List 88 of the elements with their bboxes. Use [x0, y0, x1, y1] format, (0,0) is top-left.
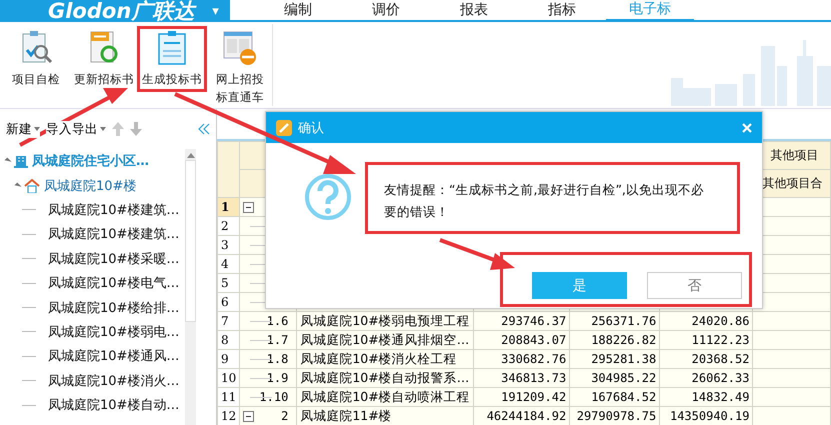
app-logo: Glodon广联达	[48, 0, 194, 25]
highlight-frame	[137, 26, 207, 92]
menu-tab[interactable]: 报表	[430, 0, 518, 20]
menu-tab[interactable]: 编制	[254, 0, 342, 20]
tree-item[interactable]: 凤城庭院10#楼通风…	[48, 347, 180, 366]
tree-item[interactable]: 凤城庭院10#楼建筑…	[48, 200, 180, 219]
item-code: 1.9	[266, 371, 288, 385]
up-arrow-icon[interactable]	[112, 122, 124, 136]
scrollbar[interactable]	[185, 149, 196, 425]
table-cell: 304985.22	[570, 368, 660, 388]
table-cell: 凤城庭院11#楼	[296, 406, 474, 425]
row-number[interactable]: 12	[218, 406, 240, 425]
table-cell: 20368.52	[660, 350, 753, 368]
table-cell: 295281.38	[570, 350, 660, 368]
tree-item[interactable]: 凤城庭院10#楼消火…	[48, 372, 180, 390]
table-cell: 24020.86	[660, 312, 753, 330]
tree-item[interactable]: 凤城庭院10#楼建筑…	[48, 225, 180, 244]
table-cell: 14832.49	[660, 388, 753, 406]
column-subheader: 其他项目合	[762, 176, 822, 190]
house-icon	[24, 178, 40, 193]
down-arrow-icon[interactable]	[130, 122, 142, 136]
tree-item[interactable]: 凤城庭院10#楼给排…	[48, 298, 180, 317]
tree-line-icon	[22, 331, 36, 332]
dialog-title: 确认	[298, 120, 324, 136]
table-cell: 26062.33	[660, 368, 753, 388]
tree-line-icon	[22, 380, 36, 382]
building-icon	[14, 154, 28, 168]
row-number[interactable]: 1	[218, 198, 240, 216]
row-number[interactable]: 4	[218, 254, 240, 274]
row-number[interactable]: 11	[218, 388, 240, 406]
tree-item[interactable]: 凤城庭院10#楼	[44, 176, 136, 195]
collapse-panel-icon[interactable]	[198, 123, 210, 135]
menu-tab[interactable]: 指标	[518, 0, 606, 20]
menu-tab[interactable]: 调价	[342, 0, 430, 20]
row-number[interactable]: 8	[218, 330, 240, 350]
table-cell: 凤城庭院10#楼自动喷淋工程	[296, 388, 474, 406]
dialog-button[interactable]: 否	[647, 272, 742, 299]
dialog-message: 友情提醒：“生成标书之前,最好进行自检”,以免出现不必要的错误！	[384, 181, 705, 221]
table-cell: 208843.07	[473, 330, 570, 350]
question-mark-icon	[304, 173, 352, 221]
toolbar-dropdown[interactable]: 新建	[6, 120, 40, 138]
table-cell: 29790978.75	[570, 406, 660, 425]
row-number[interactable]: 2	[218, 216, 240, 236]
row-number[interactable]: 10	[218, 368, 240, 388]
row-number[interactable]: 7	[218, 312, 240, 330]
table-cell: 凤城庭院10#楼消火栓工程	[296, 350, 474, 368]
tree-line-icon	[22, 282, 36, 284]
item-code: 1.10	[259, 390, 288, 404]
table-cell: 凤城庭院10#楼弱电预埋工程	[296, 312, 474, 330]
tree-line-icon	[22, 234, 36, 235]
collapse-icon[interactable]	[243, 411, 254, 422]
tree-item[interactable]: 凤城庭院10#楼弱电…	[48, 322, 180, 341]
table-cell: 46244184.92	[473, 406, 570, 425]
table-cell: 167684.52	[570, 388, 660, 406]
item-code: 1.6	[266, 314, 288, 328]
table-cell: 191209.42	[473, 388, 570, 406]
ribbon-button[interactable]: 更新招标书	[72, 30, 136, 88]
ribbon-button[interactable]: 生成投标书	[140, 30, 204, 88]
collapse-icon[interactable]	[243, 202, 254, 213]
tree-item[interactable]: 凤城庭院10#楼采暖…	[48, 250, 180, 268]
tree-line-icon	[22, 404, 36, 406]
table-cell: 11122.23	[660, 330, 753, 350]
item-code: 1.7	[266, 333, 288, 347]
tree-item[interactable]: 凤城庭院10#楼电气…	[48, 274, 180, 292]
table-cell: 14350940.19	[660, 406, 753, 425]
tree-line-icon	[22, 209, 36, 210]
table-cell: 256371.76	[570, 312, 660, 330]
tree-line-icon	[22, 307, 36, 308]
column-header: 其他项目	[770, 148, 819, 162]
tree-line-icon	[22, 258, 36, 260]
close-icon[interactable]	[742, 122, 752, 132]
table-cell: 凤城庭院10#楼自动报警系…	[296, 368, 474, 388]
item-code: 1.8	[266, 352, 288, 366]
row-number[interactable]: 3	[218, 236, 240, 254]
table-cell: 293746.37	[473, 312, 570, 330]
row-number[interactable]: 6	[218, 292, 240, 312]
tree-line-icon	[22, 356, 36, 357]
item-code: 2	[281, 409, 288, 423]
row-number[interactable]: 5	[218, 274, 240, 292]
pencil-icon	[276, 120, 292, 136]
tree-item[interactable]: 凤城庭院10#楼自动…	[48, 396, 180, 414]
table-cell: 346813.73	[473, 368, 570, 388]
table-cell: 凤城庭院10#楼通风排烟空…	[296, 330, 474, 350]
toolbar-dropdown[interactable]: 导入导出	[46, 120, 106, 138]
table-cell: 188226.82	[570, 330, 660, 350]
tree-item[interactable]: 凤城庭院住宅小区…	[32, 152, 149, 170]
row-number[interactable]: 9	[218, 350, 240, 368]
table-cell: 330682.76	[473, 350, 570, 368]
